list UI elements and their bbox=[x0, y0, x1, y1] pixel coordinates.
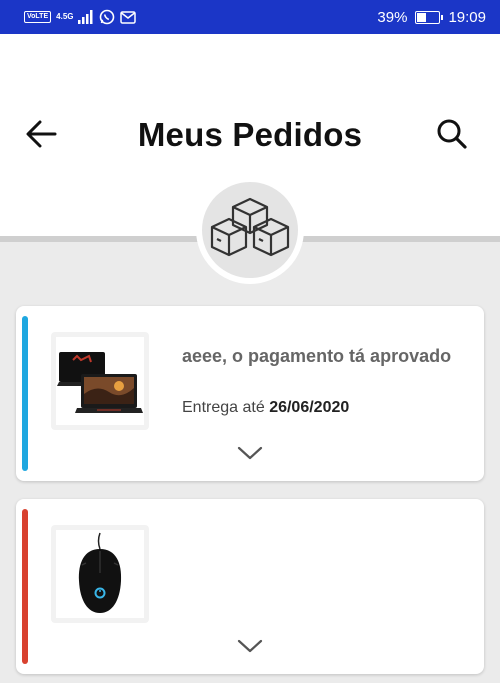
chevron-down-icon bbox=[237, 639, 263, 653]
network-type: 4.5G bbox=[56, 12, 74, 21]
product-thumbnail bbox=[51, 332, 149, 430]
order-status-message: aeee, o pagamento tá aprovado bbox=[182, 346, 452, 366]
status-bar-left: VoLTE 4.5G bbox=[24, 9, 137, 25]
status-bar: VoLTE 4.5G 39% 19:09 bbox=[0, 0, 500, 34]
mail-icon bbox=[120, 10, 137, 24]
gaming-mouse-image bbox=[56, 530, 144, 618]
delivery-label: Entrega até bbox=[182, 399, 265, 416]
delivery-date: 26/06/2020 bbox=[269, 399, 350, 416]
search-button[interactable] bbox=[434, 116, 470, 152]
clock: 19:09 bbox=[448, 8, 486, 26]
volte-badge: VoLTE bbox=[24, 11, 52, 23]
battery-level bbox=[417, 12, 427, 22]
order-status-stripe bbox=[22, 509, 28, 664]
orders-badge bbox=[196, 176, 304, 284]
delivery-info: Entrega até 26/06/2020 bbox=[182, 399, 349, 417]
order-card[interactable]: aeee, o pagamento tá aprovado Entrega at… bbox=[16, 306, 484, 481]
expand-button[interactable] bbox=[236, 444, 264, 462]
signal-icon bbox=[78, 10, 93, 24]
status-bar-right: 39% 19:09 bbox=[377, 9, 486, 26]
battery-percent: 39% bbox=[377, 8, 408, 26]
whatsapp-icon bbox=[100, 9, 115, 25]
chevron-down-icon bbox=[237, 446, 263, 460]
expand-button[interactable] bbox=[236, 637, 264, 655]
page-title: Meus Pedidos bbox=[137, 116, 363, 153]
order-status-stripe bbox=[22, 316, 28, 471]
boxes-icon bbox=[210, 197, 290, 257]
laptop-image bbox=[56, 337, 144, 425]
orders-badge-inner bbox=[202, 182, 298, 278]
battery-icon bbox=[415, 10, 444, 24]
product-thumbnail bbox=[51, 525, 149, 623]
order-card[interactable] bbox=[16, 499, 484, 674]
search-icon bbox=[437, 119, 467, 149]
